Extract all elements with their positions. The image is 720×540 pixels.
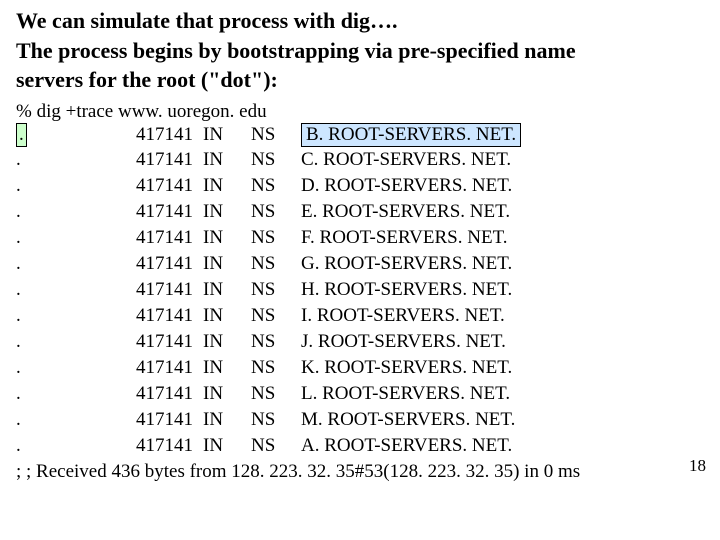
- dig-command: % dig +trace www. uoregon. edu: [16, 101, 704, 123]
- rr-name: .: [16, 123, 136, 149]
- rr-rdata: K. ROOT-SERVERS. NET.: [301, 357, 561, 383]
- rr-class: IN: [203, 149, 251, 175]
- dns-records-body: .417141INNSB. ROOT-SERVERS. NET..417141I…: [16, 123, 561, 461]
- rr-rdata: J. ROOT-SERVERS. NET.: [301, 331, 561, 357]
- rr-type: NS: [251, 435, 301, 461]
- table-row: .417141INNSI. ROOT-SERVERS. NET.: [16, 305, 561, 331]
- received-footer: ; ; Received 436 bytes from 128. 223. 32…: [16, 461, 704, 483]
- rr-name: .: [16, 279, 136, 305]
- rr-type: NS: [251, 175, 301, 201]
- rr-name: .: [16, 435, 136, 461]
- rr-rdata: C. ROOT-SERVERS. NET.: [301, 149, 561, 175]
- rr-ttl: 417141: [136, 305, 203, 331]
- rr-class: IN: [203, 227, 251, 253]
- rr-name: .: [16, 331, 136, 357]
- intro-line: The process begins by bootstrapping via …: [16, 38, 576, 63]
- rr-type: NS: [251, 227, 301, 253]
- intro-line: We can simulate that process with dig….: [16, 8, 398, 33]
- dns-records-table: .417141INNSB. ROOT-SERVERS. NET..417141I…: [16, 123, 561, 461]
- rr-ttl: 417141: [136, 435, 203, 461]
- table-row: .417141INNSF. ROOT-SERVERS. NET.: [16, 227, 561, 253]
- table-row: .417141INNSA. ROOT-SERVERS. NET.: [16, 435, 561, 461]
- rr-type: NS: [251, 253, 301, 279]
- rr-ttl: 417141: [136, 123, 203, 149]
- rr-name: .: [16, 201, 136, 227]
- rr-type: NS: [251, 149, 301, 175]
- rr-name: .: [16, 409, 136, 435]
- page-number: 18: [689, 456, 706, 476]
- rr-name: .: [16, 227, 136, 253]
- rr-name: .: [16, 357, 136, 383]
- highlight-root-dot: .: [16, 123, 27, 147]
- rr-class: IN: [203, 201, 251, 227]
- rr-name: .: [16, 305, 136, 331]
- rr-class: IN: [203, 279, 251, 305]
- rr-type: NS: [251, 123, 301, 149]
- rr-rdata: A. ROOT-SERVERS. NET.: [301, 435, 561, 461]
- rr-ttl: 417141: [136, 175, 203, 201]
- intro-line: servers for the root ("dot"):: [16, 67, 278, 92]
- table-row: .417141INNSJ. ROOT-SERVERS. NET.: [16, 331, 561, 357]
- rr-type: NS: [251, 201, 301, 227]
- rr-name: .: [16, 253, 136, 279]
- rr-class: IN: [203, 383, 251, 409]
- intro-text: We can simulate that process with dig…. …: [16, 6, 704, 95]
- rr-ttl: 417141: [136, 383, 203, 409]
- rr-type: NS: [251, 383, 301, 409]
- rr-rdata: G. ROOT-SERVERS. NET.: [301, 253, 561, 279]
- table-row: .417141INNSL. ROOT-SERVERS. NET.: [16, 383, 561, 409]
- rr-class: IN: [203, 357, 251, 383]
- rr-rdata: M. ROOT-SERVERS. NET.: [301, 409, 561, 435]
- rr-type: NS: [251, 305, 301, 331]
- rr-rdata: H. ROOT-SERVERS. NET.: [301, 279, 561, 305]
- rr-type: NS: [251, 357, 301, 383]
- table-row: .417141INNSE. ROOT-SERVERS. NET.: [16, 201, 561, 227]
- rr-type: NS: [251, 409, 301, 435]
- rr-ttl: 417141: [136, 279, 203, 305]
- rr-type: NS: [251, 331, 301, 357]
- highlight-root-server: B. ROOT-SERVERS. NET.: [301, 123, 521, 147]
- rr-rdata: D. ROOT-SERVERS. NET.: [301, 175, 561, 201]
- rr-class: IN: [203, 175, 251, 201]
- table-row: .417141INNSD. ROOT-SERVERS. NET.: [16, 175, 561, 201]
- slide: We can simulate that process with dig…. …: [0, 0, 720, 540]
- rr-ttl: 417141: [136, 331, 203, 357]
- rr-rdata: E. ROOT-SERVERS. NET.: [301, 201, 561, 227]
- table-row: . 417141INNSB. ROOT-SERVERS. NET.: [16, 123, 561, 149]
- rr-class: IN: [203, 435, 251, 461]
- rr-name: .: [16, 175, 136, 201]
- table-row: .417141INNSK. ROOT-SERVERS. NET.: [16, 357, 561, 383]
- rr-ttl: 417141: [136, 409, 203, 435]
- table-row: .417141INNSM. ROOT-SERVERS. NET.: [16, 409, 561, 435]
- table-row: .417141INNSH. ROOT-SERVERS. NET.: [16, 279, 561, 305]
- rr-rdata: I. ROOT-SERVERS. NET.: [301, 305, 561, 331]
- rr-name: .: [16, 149, 136, 175]
- table-row: .417141INNSC. ROOT-SERVERS. NET.: [16, 149, 561, 175]
- rr-ttl: 417141: [136, 149, 203, 175]
- rr-class: IN: [203, 409, 251, 435]
- rr-ttl: 417141: [136, 253, 203, 279]
- rr-class: IN: [203, 253, 251, 279]
- rr-rdata: B. ROOT-SERVERS. NET.: [301, 123, 561, 149]
- rr-class: IN: [203, 123, 251, 149]
- rr-ttl: 417141: [136, 227, 203, 253]
- rr-rdata: L. ROOT-SERVERS. NET.: [301, 383, 561, 409]
- rr-ttl: 417141: [136, 357, 203, 383]
- rr-type: NS: [251, 279, 301, 305]
- table-row: .417141INNSG. ROOT-SERVERS. NET.: [16, 253, 561, 279]
- rr-rdata: F. ROOT-SERVERS. NET.: [301, 227, 561, 253]
- rr-class: IN: [203, 305, 251, 331]
- rr-name: .: [16, 383, 136, 409]
- rr-ttl: 417141: [136, 201, 203, 227]
- rr-class: IN: [203, 331, 251, 357]
